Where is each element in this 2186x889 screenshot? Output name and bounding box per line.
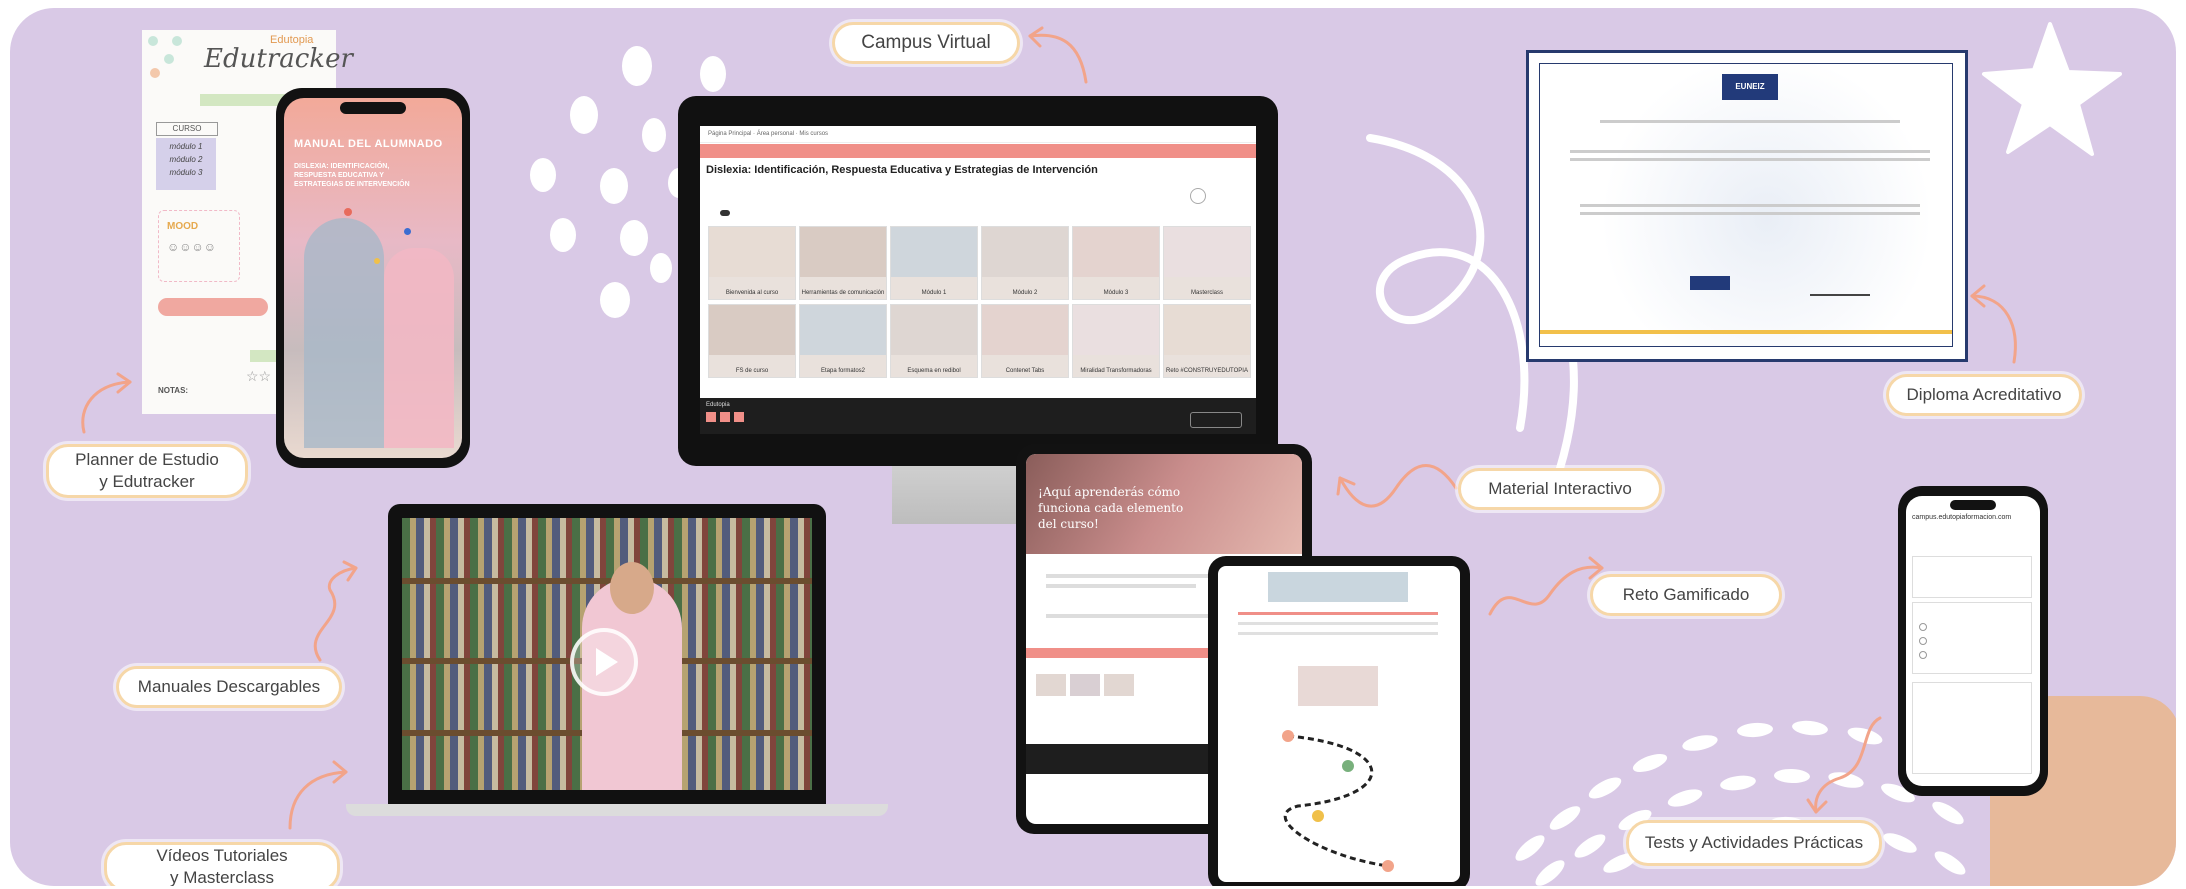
arrow-icon — [1336, 464, 1458, 508]
planner-mood-tracker: MOOD ☺☺☺☺ — [158, 210, 240, 282]
diploma-body: EUNEIZ — [1539, 63, 1953, 347]
play-icon — [596, 648, 618, 676]
course-nav-bar[interactable] — [700, 144, 1256, 158]
module-thumbnail-image — [709, 227, 795, 278]
diploma-logo: EUNEIZ — [1722, 74, 1778, 100]
play-button[interactable] — [570, 628, 638, 696]
progress-icon[interactable] — [1190, 188, 1206, 204]
label-tests: Tests y Actividades Prácticas — [1626, 820, 1882, 866]
module-thumbnail-image — [1164, 305, 1250, 356]
module-thumbnail[interactable]: Módulo 3 — [1072, 226, 1160, 300]
module-thumbnail-caption: Contenet Tabs — [1005, 368, 1045, 374]
course-title: Dislexia: Identificación, Respuesta Educ… — [706, 164, 1098, 176]
module-thumbnail[interactable]: Bienvenida al curso — [708, 226, 796, 300]
module-thumbnail-caption: Módulo 3 — [1103, 290, 1129, 296]
module-thumbnail[interactable]: Miralidad Transformadoras — [1072, 304, 1160, 378]
signature — [1810, 264, 1870, 296]
manual-subtitle: DISLEXIA: IDENTIFICACIÓN, RESPUESTA EDUC… — [294, 163, 410, 188]
desktop-monitor: Página Principal · Área personal · Mis c… — [678, 96, 1278, 466]
module-thumbnail-image — [709, 305, 795, 356]
toggle-switch[interactable] — [720, 210, 730, 216]
label-manuales: Manuales Descargables — [116, 666, 342, 708]
module-thumbnail-image — [800, 305, 886, 356]
monitor-screen: Página Principal · Área personal · Mis c… — [700, 126, 1256, 434]
module-thumbnail-image — [800, 227, 886, 278]
diploma-frame: EUNEIZ — [1526, 50, 1968, 362]
module-thumbnail[interactable]: Módulo 1 — [890, 226, 978, 300]
phone-notch — [340, 102, 406, 114]
promo-canvas: Edutracker Edutopia CURSO módulo 1 módul… — [10, 8, 2176, 886]
arrow-icon — [81, 372, 132, 434]
question-card — [1912, 682, 2032, 774]
module-thumbnail[interactable]: Módulo 2 — [981, 226, 1069, 300]
phone-test-screen: campus.edutopiaformacion.com — [1906, 496, 2040, 786]
arrow-icon — [1806, 716, 1882, 814]
module-thumbnail-image — [1073, 227, 1159, 278]
planner-notas: NOTAS: — [158, 386, 189, 395]
google-play-badge[interactable] — [1190, 412, 1242, 428]
module-thumbnail[interactable]: Contenet Tabs — [981, 304, 1069, 378]
module-thumbnail-image — [982, 227, 1068, 278]
label-material: Material Interactivo — [1458, 468, 1662, 510]
tablet-headline: ¡Aquí aprenderás cómo funciona cada elem… — [1038, 485, 1184, 531]
module-thumbnail-image — [982, 305, 1068, 356]
arrow-icon — [1970, 284, 2017, 364]
phone-notch — [1950, 500, 1996, 510]
module-thumbnail-image — [891, 227, 977, 278]
module-thumbnail-image — [891, 305, 977, 356]
module-thumbnail-caption: Esquema en redibol — [907, 368, 961, 374]
planner-modules: módulo 1 módulo 2 módulo 3 — [156, 138, 216, 190]
arrow-icon — [313, 560, 358, 662]
laptop-base — [346, 804, 888, 816]
module-thumbnail-caption: Módulo 1 — [921, 290, 947, 296]
arrow-icon — [288, 760, 348, 830]
rating-stars: ☆☆ — [246, 368, 272, 384]
question-card — [1912, 556, 2032, 598]
module-thumbnail[interactable]: Herramientas de comunicación — [799, 226, 887, 300]
game-path — [1282, 730, 1394, 872]
module-thumbnail[interactable]: Reto #CONSTRUYEDUTOPIA — [1163, 304, 1251, 378]
module-thumbnail-image — [1073, 305, 1159, 356]
module-thumbnail-caption: Reto #CONSTRUYEDUTOPIA — [1166, 368, 1248, 374]
browser-url[interactable]: campus.edutopiaformacion.com — [1912, 514, 2034, 521]
label-reto: Reto Gamificado — [1590, 574, 1782, 616]
module-thumbnail-caption: Módulo 2 — [1012, 290, 1038, 296]
module-thumbnail-caption: Etapa formatos2 — [820, 368, 866, 374]
module-thumbnail-caption: Masterclass — [1190, 290, 1223, 296]
module-thumbnail[interactable]: Etapa formatos2 — [799, 304, 887, 378]
label-videos: Vídeos Tutoriales y Masterclass — [104, 842, 340, 886]
module-thumbnail-caption: Bienvenida al curso — [725, 290, 779, 296]
module-thumbnail[interactable]: Masterclass — [1163, 226, 1251, 300]
module-thumbnail[interactable]: Esquema en redibol — [890, 304, 978, 378]
planner-title: Edutracker — [204, 44, 353, 74]
planner-curso-header: CURSO — [156, 122, 218, 136]
arrow-icon — [1028, 26, 1088, 84]
module-thumbnail[interactable]: FS de curso — [708, 304, 796, 378]
module-thumbnail-image — [1164, 227, 1250, 278]
planner-brand: Edutopia — [270, 34, 314, 46]
phone-manual-screen: MANUAL DEL ALUMNADO DISLEXIA: IDENTIFICA… — [284, 98, 462, 458]
label-diploma: Diploma Acreditativo — [1886, 374, 2082, 416]
module-thumbnail-caption: Miralidad Transformadoras — [1080, 368, 1152, 374]
laptop — [388, 504, 826, 804]
monitor-footer: Edutopia — [700, 398, 1256, 434]
monitor-topbar: Página Principal · Área personal · Mis c… — [700, 126, 1256, 143]
star-icon — [1982, 22, 2122, 156]
phone-test: campus.edutopiaformacion.com — [1898, 486, 2048, 796]
manual-title: MANUAL DEL ALUMNADO — [294, 138, 443, 150]
module-thumbnail-caption: FS de curso — [735, 368, 769, 374]
phone-manual: MANUAL DEL ALUMNADO DISLEXIA: IDENTIFICA… — [276, 88, 470, 468]
tablet-reto — [1208, 556, 1470, 886]
label-planner: Planner de Estudio y Edutracker — [46, 444, 248, 498]
video-screen — [402, 518, 812, 790]
label-campus-virtual: Campus Virtual — [832, 22, 1020, 64]
module-thumbnail-caption: Herramientas de comunicación — [801, 290, 885, 296]
tablet-reto-screen — [1218, 566, 1460, 882]
child-photo — [304, 218, 384, 448]
question-card — [1912, 602, 2032, 674]
